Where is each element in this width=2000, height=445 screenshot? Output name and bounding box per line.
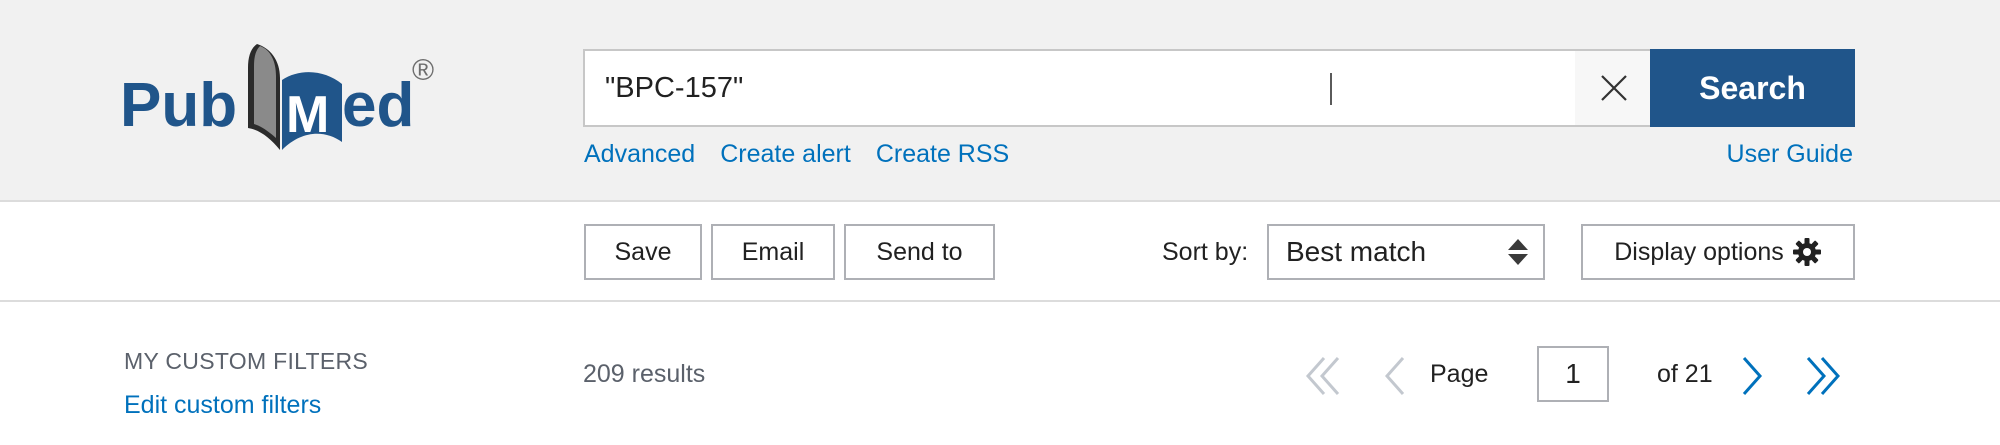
create-alert-link[interactable]: Create alert — [720, 137, 851, 171]
sort-arrows-icon — [1508, 239, 1528, 265]
pubmed-logo-graphic: Pub M ed ® — [120, 44, 434, 150]
sort-select[interactable]: Best match — [1267, 224, 1545, 280]
next-page-button[interactable] — [1728, 354, 1772, 398]
advanced-search-link[interactable]: Advanced — [584, 137, 695, 171]
svg-text:Pub: Pub — [120, 71, 237, 140]
save-button[interactable]: Save — [584, 224, 702, 280]
display-options-label: Display options — [1614, 237, 1784, 266]
search-input[interactable] — [585, 51, 1575, 125]
results-summary-row: MY CUSTOM FILTERS Edit custom filters 20… — [0, 302, 2000, 445]
last-page-button[interactable] — [1800, 354, 1844, 398]
sort-select-value: Best match — [1286, 236, 1427, 267]
create-rss-link[interactable]: Create RSS — [876, 137, 1009, 171]
svg-text:M: M — [286, 86, 329, 144]
send-to-button[interactable]: Send to — [844, 224, 995, 280]
results-count: 209 results — [583, 360, 706, 388]
user-guide-link[interactable]: User Guide — [1727, 137, 1853, 171]
chevron-right-icon — [1742, 357, 1763, 395]
results-action-bar: Save Email Send to Sort by: Best match D… — [0, 202, 2000, 302]
page-header: Pub M ed ® Search Advanced Create alert … — [0, 0, 2000, 202]
close-icon — [1601, 75, 1627, 101]
gear-icon — [1792, 238, 1821, 266]
clear-search-button[interactable] — [1575, 51, 1653, 125]
pubmed-logo[interactable]: Pub M ed ® — [120, 38, 450, 158]
svg-text:ed: ed — [342, 71, 414, 140]
display-options-button[interactable]: Display options — [1581, 224, 1855, 280]
search-box — [583, 49, 1653, 127]
double-chevron-left-icon — [1305, 357, 1340, 395]
edit-custom-filters-link[interactable]: Edit custom filters — [124, 388, 321, 422]
first-page-button[interactable] — [1302, 354, 1346, 398]
search-sublinks: Advanced Create alert Create RSS — [584, 137, 1009, 171]
svg-text:®: ® — [412, 54, 434, 87]
email-button[interactable]: Email — [711, 224, 835, 280]
chevron-left-icon — [1384, 357, 1405, 395]
previous-page-button[interactable] — [1375, 354, 1419, 398]
text-cursor — [1330, 73, 1332, 105]
total-pages-label: of 21 — [1657, 360, 1713, 388]
page-number-input[interactable] — [1537, 346, 1609, 402]
search-button[interactable]: Search — [1650, 49, 1855, 127]
page-label: Page — [1430, 360, 1489, 388]
sort-label: Sort by: — [1162, 238, 1249, 266]
custom-filters-heading: MY CUSTOM FILTERS — [124, 348, 369, 374]
double-chevron-right-icon — [1806, 357, 1841, 395]
